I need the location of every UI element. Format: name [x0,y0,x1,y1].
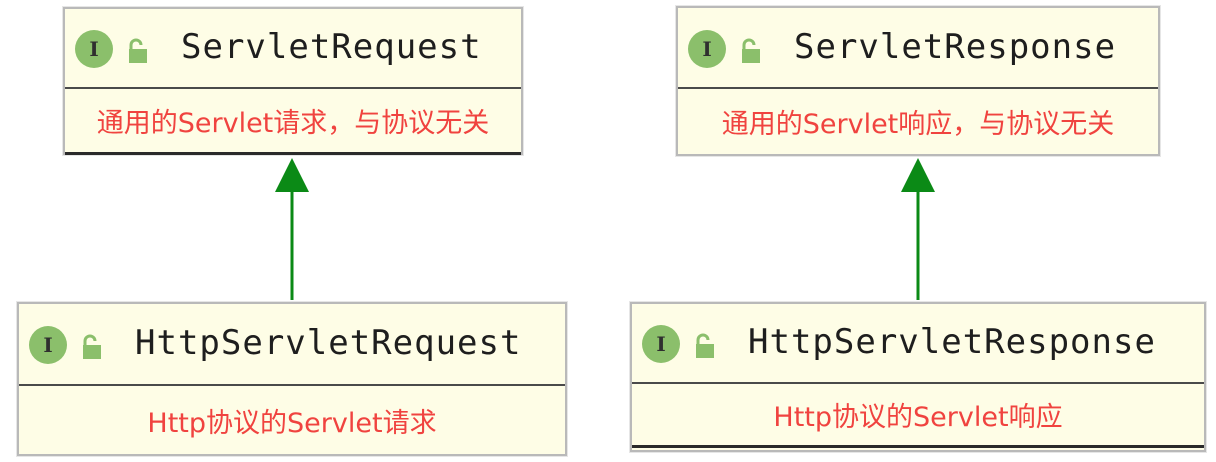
interface-icon: I [642,325,680,363]
interface-icon: I [688,30,726,68]
class-name: ServletRequest [181,27,482,67]
http-servlet-request-header: I HttpServletRequest [19,304,565,386]
servlet-request-header: I ServletRequest [65,9,521,89]
class-name: ServletResponse [794,27,1117,67]
unlock-icon [129,38,147,63]
arrow-request [275,158,309,300]
http-servlet-request-box[interactable]: I HttpServletRequest Http协议的Servlet请求 [17,302,567,456]
unlock-icon [83,334,101,359]
servlet-request-box[interactable]: I ServletRequest 通用的Servlet请求，与协议无关 [63,7,523,155]
interface-icon: I [29,326,67,364]
servlet-response-box[interactable]: I ServletResponse 通用的Servlet响应，与协议无关 [676,6,1160,156]
http-servlet-response-box[interactable]: I HttpServletResponse Http协议的Servlet响应 [630,302,1206,452]
http-servlet-response-header: I HttpServletResponse [632,304,1204,384]
http-servlet-request-description: Http协议的Servlet请求 [147,407,437,439]
interface-icon: I [75,30,113,68]
unlock-icon [696,333,714,358]
servlet-request-description: 通用的Servlet请求，与协议无关 [65,89,521,155]
class-name: HttpServletResponse [748,322,1156,362]
unlock-icon [742,38,760,63]
servlet-response-description: 通用的Servlet响应，与协议无关 [721,109,1115,140]
servlet-response-header: I ServletResponse [678,8,1158,89]
class-name: HttpServletRequest [135,323,522,363]
http-servlet-response-description: Http协议的Servlet响应 [632,384,1204,448]
arrow-response [901,158,935,300]
